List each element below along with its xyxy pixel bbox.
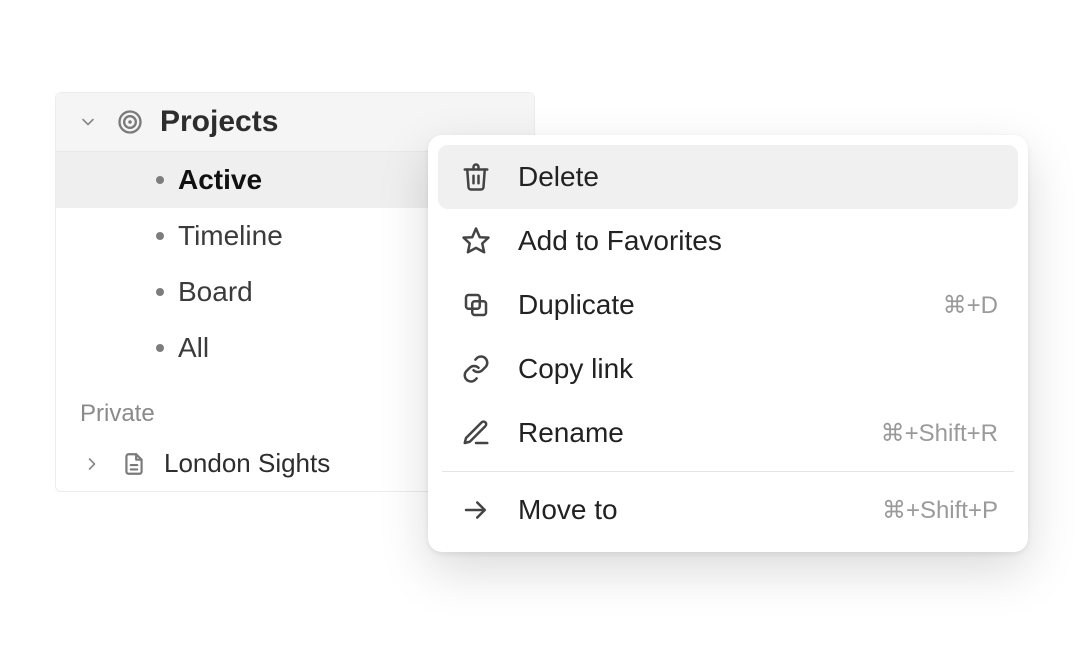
- sidebar-item-label: Active: [178, 164, 262, 196]
- menu-item-rename[interactable]: Rename ⌘+Shift+R: [438, 401, 1018, 465]
- menu-item-label: Delete: [518, 161, 974, 193]
- trash-icon: [458, 159, 494, 195]
- menu-item-shortcut: ⌘+D: [943, 291, 998, 320]
- link-icon: [458, 351, 494, 387]
- menu-item-label: Move to: [518, 494, 858, 526]
- menu-item-duplicate[interactable]: Duplicate ⌘+D: [438, 273, 1018, 337]
- sidebar-item-label: Board: [178, 276, 253, 308]
- menu-item-label: Copy link: [518, 353, 974, 385]
- menu-item-delete[interactable]: Delete: [438, 145, 1018, 209]
- menu-item-label: Add to Favorites: [518, 225, 974, 257]
- menu-item-shortcut: ⌘+Shift+R: [881, 419, 998, 448]
- bullet-icon: [156, 232, 164, 240]
- edit-icon: [458, 415, 494, 451]
- copy-icon: [458, 287, 494, 323]
- menu-item-label: Rename: [518, 417, 857, 449]
- menu-item-copy-link[interactable]: Copy link: [438, 337, 1018, 401]
- bullet-icon: [156, 176, 164, 184]
- bullet-icon: [156, 288, 164, 296]
- chevron-down-icon: [76, 112, 100, 132]
- menu-item-add-to-favorites[interactable]: Add to Favorites: [438, 209, 1018, 273]
- sidebar-item-label: Timeline: [178, 220, 283, 252]
- arrow-right-icon: [458, 492, 494, 528]
- context-menu: Delete Add to Favorites Duplicate ⌘+D Co…: [428, 135, 1028, 552]
- page-icon: [118, 451, 150, 477]
- menu-item-move-to[interactable]: Move to ⌘+Shift+P: [438, 478, 1018, 542]
- sidebar-item-label: All: [178, 332, 209, 364]
- star-icon: [458, 223, 494, 259]
- menu-item-shortcut: ⌘+Shift+P: [882, 496, 998, 525]
- menu-separator: [442, 471, 1014, 472]
- sidebar-header-label: Projects: [160, 105, 278, 139]
- target-icon: [114, 108, 146, 136]
- chevron-right-icon: [80, 454, 104, 474]
- bullet-icon: [156, 344, 164, 352]
- sidebar-item-label: London Sights: [164, 448, 330, 479]
- menu-item-label: Duplicate: [518, 289, 919, 321]
